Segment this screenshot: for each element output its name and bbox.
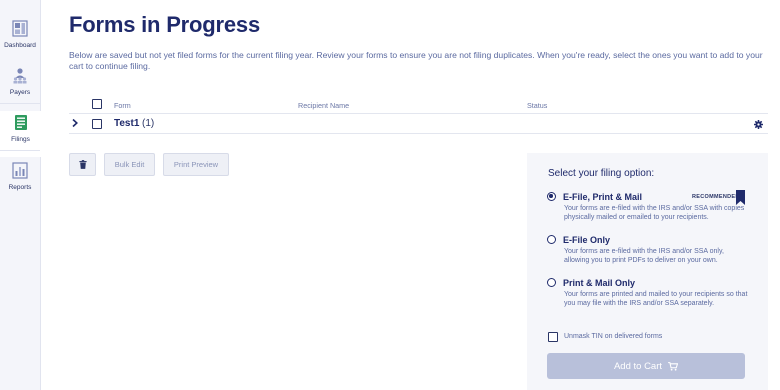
column-header-form: Form (114, 101, 131, 110)
print-preview-button[interactable]: Print Preview (163, 153, 229, 176)
option-title-print-mail-only[interactable]: Print & Mail Only (563, 278, 635, 288)
bookmark-ribbon-icon (736, 190, 745, 205)
trash-icon (78, 160, 87, 169)
recommended-badge: RECOMMENDED (692, 194, 740, 200)
dashboard-icon (12, 20, 28, 37)
option-desc-efile-only: Your forms are e-filed with the IRS and/… (564, 248, 724, 264)
option-desc-efile-print-mail: Your forms are e-filed with the IRS and/… (564, 205, 745, 221)
radio-print-mail-only[interactable] (547, 278, 556, 287)
column-header-recipient: Recipient Name (298, 101, 350, 110)
row-checkbox[interactable] (92, 119, 102, 129)
page-intro: Below are saved but not yet filed forms … (69, 50, 763, 71)
sidebar-divider (0, 103, 40, 104)
row-form-name: Test1 (114, 118, 140, 129)
reports-icon (12, 162, 28, 179)
table-divider (69, 133, 768, 134)
bulk-edit-button[interactable]: Bulk Edit (104, 153, 155, 176)
add-to-cart-button[interactable]: Add to Cart (547, 353, 745, 379)
payers-icon (13, 68, 27, 84)
sidebar-item-dashboard[interactable]: Dashboard (0, 17, 40, 63)
chevron-right-icon[interactable] (70, 118, 80, 128)
sidebar-item-label: Filings (11, 136, 30, 143)
sidebar-item-label: Payers (9, 89, 31, 96)
add-to-cart-label: Add to Cart (613, 360, 663, 372)
sidebar-divider (0, 150, 40, 151)
unmask-tin-checkbox[interactable] (548, 332, 558, 342)
radio-efile-only[interactable] (547, 235, 556, 244)
option-title-efile-print-mail[interactable]: E-File, Print & Mail (563, 192, 642, 202)
radio-efile-print-mail[interactable] (547, 192, 556, 201)
option-desc-print-mail-only: Your forms are printed and mailed to you… (564, 291, 748, 307)
option-title-efile-only[interactable]: E-File Only (563, 235, 610, 245)
filing-options-title: Select your filing option: (548, 168, 655, 179)
page-title: Forms in Progress (69, 12, 260, 37)
cart-icon (668, 361, 679, 371)
gear-icon[interactable] (754, 120, 763, 129)
delete-button[interactable] (69, 153, 96, 176)
filings-icon (14, 115, 27, 130)
sidebar-item-label: Dashboard (4, 42, 36, 49)
sidebar-item-label: Reports (8, 184, 32, 191)
sidebar-item-reports[interactable]: Reports (0, 159, 40, 205)
row-form-count: (1) (142, 118, 155, 129)
column-header-status: Status (527, 101, 548, 110)
sidebar: Dashboard Payers Filings Reports (0, 0, 41, 390)
table-divider (69, 113, 768, 114)
select-all-checkbox[interactable] (92, 99, 102, 109)
unmask-tin-label: Unmask TIN on delivered forms (564, 333, 663, 340)
